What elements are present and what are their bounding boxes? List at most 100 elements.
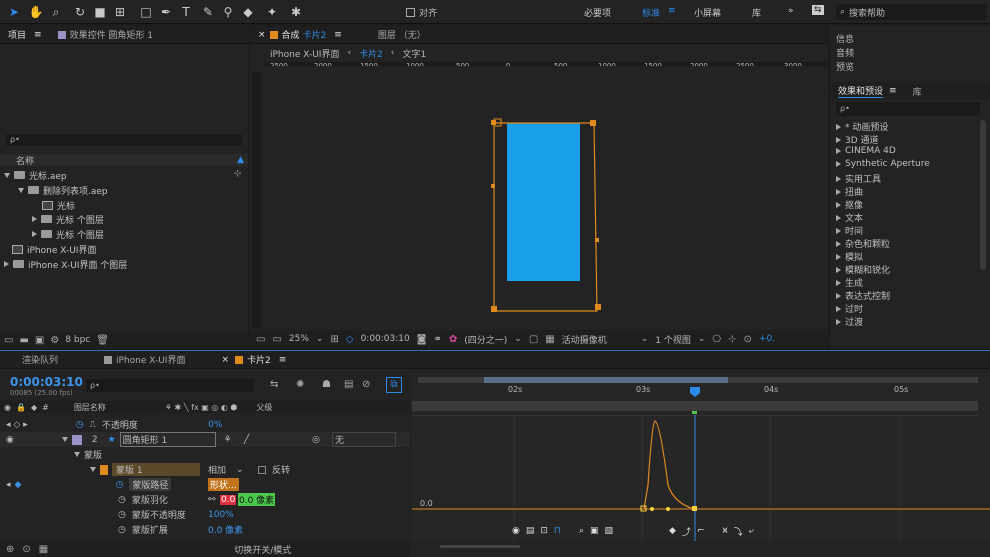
project-search-input[interactable]: ρ• <box>6 134 242 146</box>
effects-category[interactable]: 抠像 <box>836 198 863 211</box>
effects-category[interactable]: 时间 <box>836 224 863 237</box>
expand-icon[interactable] <box>61 437 68 442</box>
hold-keyframe-icon[interactable]: ◆ <box>669 526 676 536</box>
bezier-handle[interactable] <box>650 507 654 511</box>
list-item[interactable]: 光标 个图层 <box>32 212 104 226</box>
workspace-small-screen[interactable]: 小屏幕 <box>694 6 721 19</box>
expand-icon[interactable] <box>836 305 841 312</box>
region-of-interest-icon[interactable]: ▢ <box>529 334 538 345</box>
speed-curve[interactable] <box>643 420 695 510</box>
expand-icon[interactable] <box>836 201 841 208</box>
selection-tool-icon[interactable]: ➤ <box>6 4 22 20</box>
mask-mode-dropdown[interactable]: 相加 <box>208 463 226 476</box>
keyframe-nav-icon[interactable]: ◂ ◇ ▸ <box>6 420 28 430</box>
fit-selection-icon[interactable]: ⌕ <box>579 526 584 536</box>
breadcrumb-item-active[interactable]: 卡片2 <box>359 47 383 60</box>
expand-icon[interactable] <box>836 123 841 130</box>
effects-category[interactable]: CINEMA 4D <box>836 146 896 156</box>
effects-category[interactable]: 实用工具 <box>836 172 881 185</box>
property-row-mask-opacity[interactable]: ◷ 蒙版不透明度 100% <box>0 507 410 522</box>
camera-tool-icon[interactable]: ■ <box>92 4 108 20</box>
eye-icon[interactable]: ◉ <box>6 435 14 445</box>
linear-keyframe-icon[interactable]: ⤴ <box>682 525 691 538</box>
property-row-expansion[interactable]: ◷ 蒙版扩展 0.0 像素 <box>0 522 410 537</box>
property-value[interactable]: 0.0 像素 <box>208 523 243 536</box>
clone-stamp-tool-icon[interactable]: ⚲ <box>220 4 236 20</box>
graph-editor-button[interactable]: ⧉ <box>386 377 402 393</box>
effects-category[interactable]: 3D 通道 <box>836 133 879 146</box>
close-icon[interactable]: × <box>221 355 229 365</box>
layer-label-swatch[interactable] <box>71 434 82 445</box>
effects-category[interactable]: 模拟 <box>836 250 863 263</box>
effects-search-input[interactable]: ρ• <box>836 102 980 116</box>
canvas-artwork[interactable] <box>264 66 828 328</box>
expand-icon[interactable] <box>836 253 841 260</box>
mask-visibility-icon[interactable]: ◇ <box>346 334 354 345</box>
snap-checkbox[interactable] <box>406 8 415 17</box>
bezier-handle[interactable] <box>666 507 670 511</box>
panel-menu-icon[interactable]: ≡ <box>34 30 42 40</box>
mask-vertex-handle[interactable] <box>595 304 601 310</box>
shy-icon[interactable]: ☗ <box>322 379 331 390</box>
property-value[interactable]: 100% <box>208 510 234 520</box>
expand-icon[interactable] <box>836 188 841 195</box>
effects-category[interactable]: 生成 <box>836 276 863 289</box>
vertical-ruler[interactable] <box>252 72 262 328</box>
rotate-tool-icon[interactable]: ↻ <box>72 4 88 20</box>
column-name[interactable]: 名称 <box>16 154 34 167</box>
stopwatch-icon[interactable]: ◷ <box>76 420 84 430</box>
pen-tool-icon[interactable]: ✒ <box>158 4 174 20</box>
easy-ease-icon[interactable]: ⩙ <box>723 526 728 536</box>
grid-icon[interactable]: ⊞ <box>330 334 338 345</box>
expand-icon[interactable] <box>836 279 841 286</box>
tab-library[interactable]: 库 <box>905 82 930 100</box>
mask-vertex-handle[interactable] <box>491 184 495 188</box>
expand-icon[interactable] <box>4 172 10 178</box>
keyframe-handle[interactable] <box>692 506 697 511</box>
workspace-essentials[interactable]: 必要项 <box>584 6 611 19</box>
resolution-dropdown[interactable]: (四分之一) <box>464 333 507 346</box>
comp-timecode[interactable]: 0:00:03:10 <box>361 334 410 344</box>
graph-area[interactable]: 02s 03s 04s 05s 0.0 <box>412 375 990 541</box>
breadcrumb-item[interactable]: iPhone X-UI界面 <box>270 47 339 60</box>
list-item[interactable]: 光标 个图层 <box>32 227 104 241</box>
composition-viewer[interactable] <box>264 66 828 328</box>
hand-tool-icon[interactable]: ✋ <box>28 4 44 20</box>
trash-icon[interactable]: 🗑 <box>96 335 109 346</box>
expand-icon[interactable] <box>32 231 37 237</box>
group-row-masks[interactable]: 蒙版 <box>0 447 410 462</box>
stopwatch-icon[interactable]: ◷ <box>118 495 126 505</box>
camera-dropdown[interactable]: 活动摄像机 <box>562 333 634 346</box>
keyframe-nav-icon[interactable]: ◂ <box>6 480 11 490</box>
tab-layer[interactable]: 图层 （无） <box>370 26 434 44</box>
motion-blur-icon[interactable]: ⊘ <box>362 379 370 390</box>
column-parent[interactable]: 父级 <box>256 402 272 413</box>
new-comp-icon[interactable]: ▣ <box>35 335 44 346</box>
expand-icon[interactable] <box>836 136 841 143</box>
property-row-opacity[interactable]: ◂ ◇ ▸ ◷ ⎍ 不透明度 0% <box>0 417 410 432</box>
stopwatch-icon[interactable]: ◷ <box>115 480 123 490</box>
flowchart-icon[interactable]: ⊹ <box>234 169 242 179</box>
interpret-footage-icon[interactable]: ▭ <box>4 335 13 346</box>
expand-icon[interactable] <box>836 175 841 182</box>
stopwatch-icon[interactable]: ◷ <box>118 525 126 535</box>
snapshot-icon[interactable]: ◙ <box>417 334 427 345</box>
bit-depth[interactable]: 8 bpc <box>65 335 90 345</box>
color-channel-icon[interactable]: ✿ <box>449 334 457 345</box>
pan-behind-tool-icon[interactable]: ⊞ <box>112 4 128 20</box>
property-value[interactable]: 0% <box>208 420 222 430</box>
layer-name[interactable]: 圆角矩形 1 <box>119 432 216 447</box>
expand-icon[interactable] <box>4 261 9 267</box>
parent-pickwhip-icon[interactable]: ◎ <box>312 435 320 445</box>
effects-category[interactable]: 过时 <box>836 302 863 315</box>
flowchart-icon[interactable]: ⊹ <box>728 334 736 345</box>
frame-blend-icon[interactable]: ▤ <box>344 379 353 390</box>
puppet-tool-icon[interactable]: ✱ <box>288 4 304 20</box>
expand-icon[interactable] <box>90 467 96 472</box>
mask-name[interactable]: 蒙版 1 <box>112 463 200 476</box>
expand-icon[interactable] <box>836 318 841 325</box>
effects-category[interactable]: * 动画预设 <box>836 120 888 133</box>
list-item[interactable]: 光标.aep <box>4 168 67 182</box>
workspace-menu-icon[interactable]: ≡ <box>668 6 676 16</box>
tab-effects-presets[interactable]: 效果和预设 ≡ <box>830 82 905 100</box>
